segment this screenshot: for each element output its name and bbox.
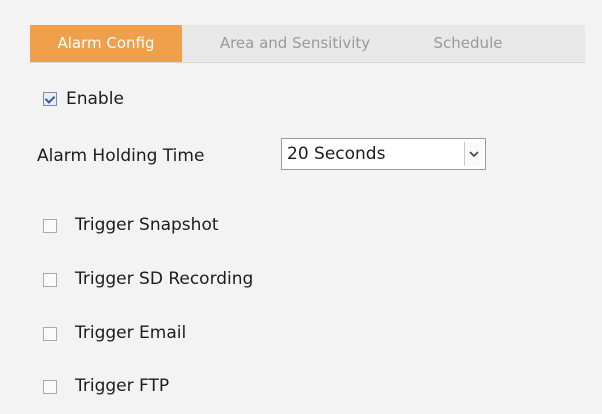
tab-area-and-sensitivity[interactable]: Area and Sensitivity — [195, 25, 395, 62]
tab-bar: Alarm Config Area and Sensitivity Schedu… — [30, 25, 585, 63]
alarm-holding-time-value: 20 Seconds — [287, 144, 386, 164]
trigger-sd-recording-label: Trigger SD Recording — [75, 269, 254, 289]
tab-alarm-config[interactable]: Alarm Config — [30, 25, 182, 62]
dropdown-button[interactable] — [464, 142, 483, 166]
chevron-down-icon — [469, 151, 479, 158]
trigger-ftp-label: Trigger FTP — [75, 376, 170, 396]
trigger-sd-recording-checkbox[interactable] — [43, 273, 57, 287]
tab-schedule[interactable]: Schedule — [415, 25, 521, 62]
alarm-holding-time-select[interactable]: 20 Seconds — [281, 138, 486, 170]
trigger-ftp-checkbox[interactable] — [43, 380, 57, 394]
trigger-snapshot-label: Trigger Snapshot — [75, 215, 219, 235]
trigger-snapshot-checkbox[interactable] — [43, 219, 57, 233]
enable-checkbox[interactable] — [43, 92, 57, 106]
alarm-config-panel: Alarm Config Area and Sensitivity Schedu… — [0, 0, 602, 414]
enable-label: Enable — [66, 89, 124, 109]
alarm-holding-time-label: Alarm Holding Time — [37, 146, 205, 166]
trigger-email-label: Trigger Email — [75, 323, 187, 343]
trigger-email-checkbox[interactable] — [43, 327, 57, 341]
